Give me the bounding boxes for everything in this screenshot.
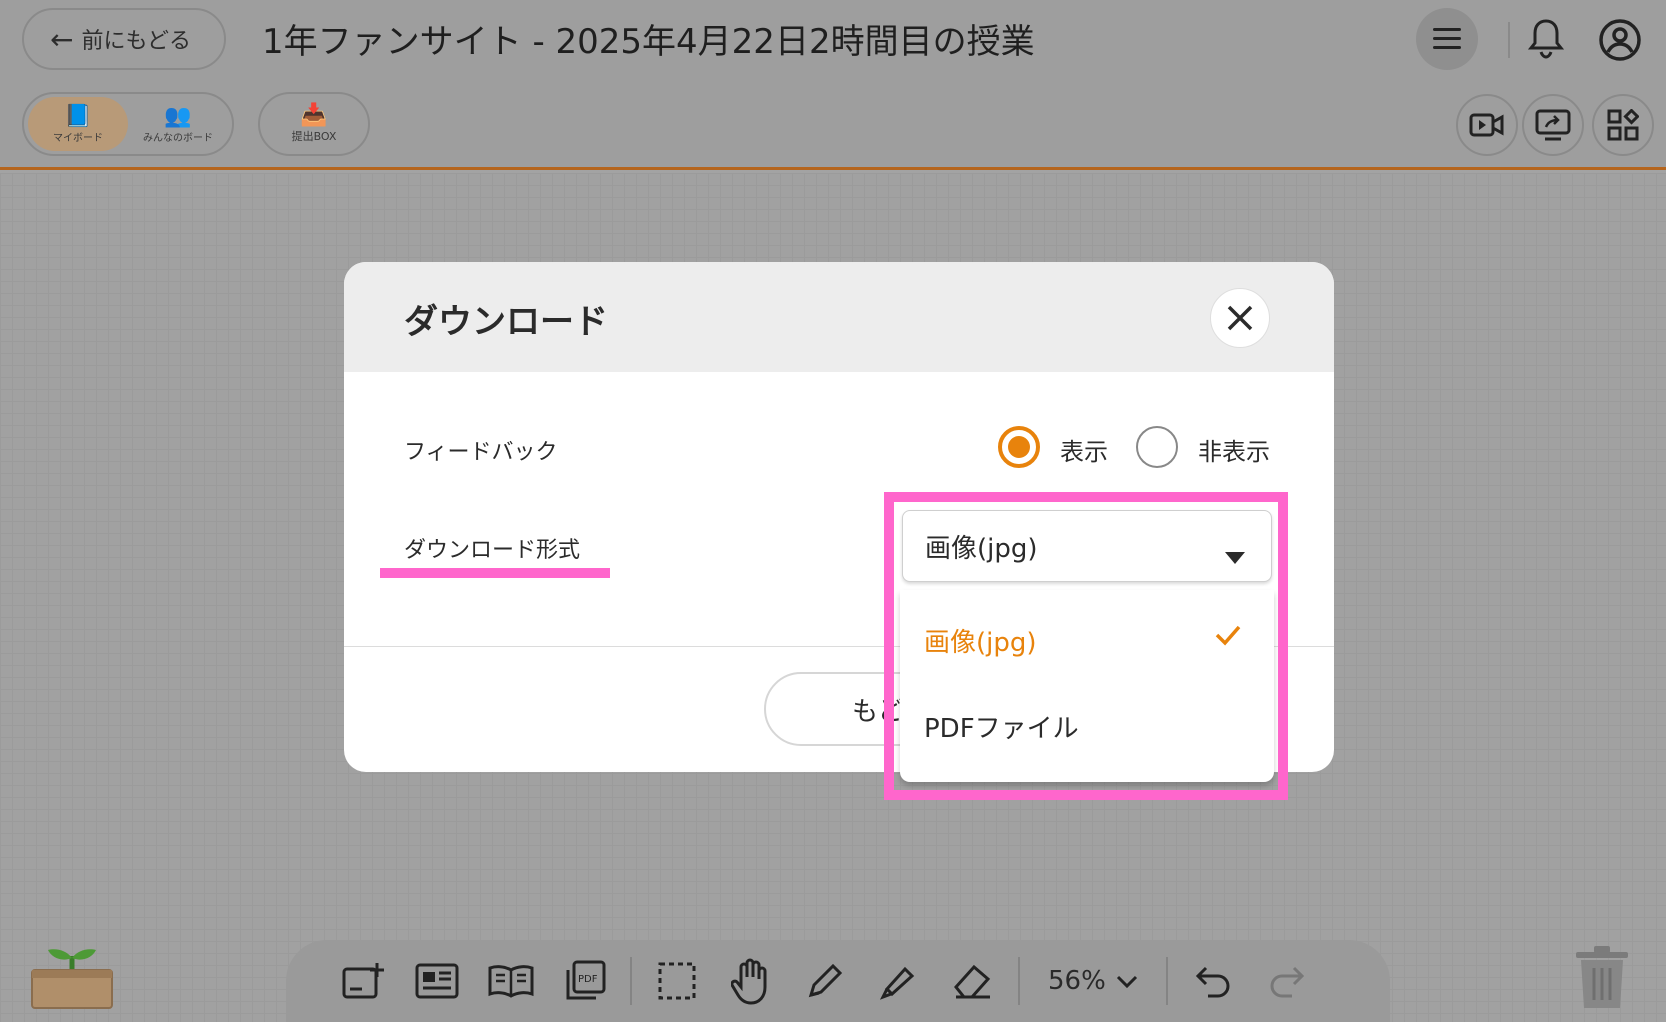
board-switch: 📘 マイボード 👥 みんなのボード — [22, 92, 234, 156]
screen-share-icon[interactable] — [1522, 94, 1584, 156]
svg-text:PDF: PDF — [578, 974, 598, 985]
bottom-toolbar: PDF 56% — [286, 940, 1390, 1022]
back-button-label: 前にもどる — [81, 29, 192, 54]
book-icon[interactable] — [474, 951, 548, 1011]
eraser-icon[interactable] — [936, 951, 1010, 1011]
radio-dot — [1008, 436, 1030, 458]
tab-my-board[interactable]: 📘 マイボード — [28, 97, 128, 151]
apps-icon[interactable] — [1592, 94, 1654, 156]
tab-everyone-board-label: みんなのボード — [143, 132, 213, 144]
redo-icon[interactable] — [1250, 951, 1324, 1011]
inbox-icon: 📥 — [300, 103, 328, 128]
submit-box-label: 提出BOX — [291, 130, 337, 143]
pdf-icon[interactable]: PDF — [548, 951, 622, 1011]
notebook-icon: 📘 — [64, 103, 92, 129]
news-card-icon[interactable] — [400, 951, 474, 1011]
label-highlight-underline — [380, 568, 610, 578]
arrow-left-icon: ← — [50, 22, 74, 56]
zoom-select[interactable]: 56% — [1028, 966, 1158, 996]
back-button[interactable]: ← 前にもどる — [22, 8, 226, 70]
toolbar-divider — [1165, 957, 1168, 1005]
hamburger-menu-icon[interactable] — [1416, 8, 1478, 70]
pencil-icon[interactable] — [788, 951, 862, 1011]
user-circle-icon[interactable] — [1592, 12, 1648, 68]
select-area-icon[interactable] — [640, 951, 714, 1011]
add-card-icon[interactable] — [326, 951, 400, 1011]
dialog-header: ダウンロード — [344, 262, 1334, 372]
undo-icon[interactable] — [1176, 951, 1250, 1011]
people-icon: 👥 — [164, 103, 192, 129]
toolbar-divider — [1018, 957, 1020, 1005]
dropdown-highlight-frame — [884, 492, 1288, 800]
chevron-down-icon — [1116, 966, 1138, 996]
video-icon[interactable] — [1456, 94, 1518, 156]
radio-feedback-show[interactable] — [998, 426, 1040, 468]
trash-icon[interactable] — [1572, 944, 1632, 1010]
marker-icon[interactable] — [862, 951, 936, 1011]
dialog-title: ダウンロード — [404, 302, 608, 342]
download-format-label: ダウンロード形式 — [404, 538, 581, 563]
close-icon[interactable] — [1210, 288, 1270, 348]
radio-hide-label[interactable]: 非表示 — [1198, 432, 1270, 467]
app-header: ← 前にもどる 1年ファンサイト - 2025年4月22日2時間目の授業 📘 マ… — [0, 0, 1666, 170]
sprout-box-icon[interactable] — [28, 942, 116, 1012]
tab-everyone-board[interactable]: 👥 みんなのボード — [128, 97, 228, 151]
page-title: 1年ファンサイト - 2025年4月22日2時間目の授業 — [262, 22, 1035, 62]
submit-box-button[interactable]: 📥 提出BOX — [258, 92, 370, 156]
tab-my-board-label: マイボード — [53, 132, 103, 144]
radio-show-label[interactable]: 表示 — [1060, 432, 1108, 467]
toolbar-divider — [630, 957, 632, 1005]
hand-icon[interactable] — [714, 951, 788, 1011]
header-divider — [1508, 22, 1510, 58]
feedback-label: フィードバック — [404, 440, 558, 465]
zoom-value: 56% — [1048, 966, 1106, 996]
bell-icon[interactable] — [1520, 12, 1572, 64]
radio-feedback-hide[interactable] — [1136, 426, 1178, 468]
